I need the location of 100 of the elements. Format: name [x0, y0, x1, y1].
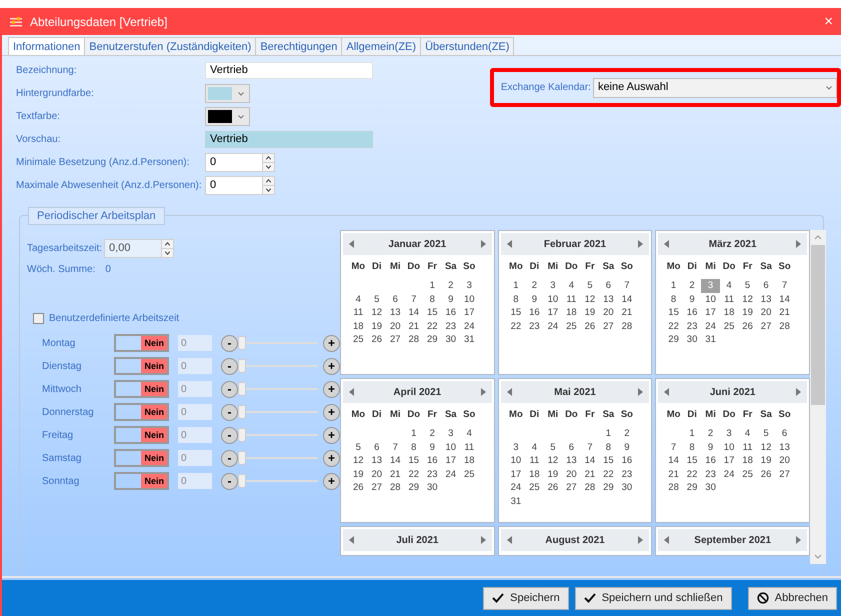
calendar-day[interactable]: 2	[701, 427, 720, 440]
calendar-day[interactable]: 24	[506, 481, 526, 494]
calendar-day[interactable]: 23	[423, 468, 442, 481]
calendar-day[interactable]: 1	[404, 427, 423, 440]
calendar-day[interactable]: 10	[701, 292, 720, 306]
calendar-day[interactable]: 18	[738, 454, 757, 468]
calendar-day[interactable]: 19	[544, 468, 562, 481]
calendar-day[interactable]: 17	[720, 454, 738, 468]
calendar-day[interactable]: 18	[562, 306, 581, 320]
plus-button[interactable]: +	[323, 380, 340, 398]
calendar-day[interactable]: 21	[386, 468, 404, 481]
tab[interactable]: Berechtigungen	[256, 37, 342, 55]
next-icon[interactable]	[480, 240, 486, 248]
calendar-day[interactable]: 16	[423, 454, 442, 468]
calendar-day[interactable]: 13	[386, 306, 404, 320]
calendar-day[interactable]: 7	[618, 279, 636, 292]
calendar-day[interactable]: 10	[506, 454, 526, 468]
calendar-day[interactable]: 11	[562, 292, 581, 306]
calendar-day[interactable]: 27	[599, 320, 618, 333]
calendar-day[interactable]: 15	[506, 306, 526, 320]
toggle-switch[interactable]: Nein	[114, 380, 169, 398]
calendar-day[interactable]: 4	[562, 279, 581, 292]
calendar-day[interactable]: 22	[682, 468, 702, 481]
calendar-day[interactable]: 27	[756, 320, 776, 333]
calendar-day[interactable]: 12	[738, 292, 757, 306]
calendar-day[interactable]: 23	[525, 320, 544, 333]
calendar-day[interactable]: 1	[506, 279, 526, 292]
minus-button[interactable]: -	[221, 450, 238, 466]
calendar-day[interactable]: 14	[404, 306, 423, 320]
calendar-day[interactable]: 21	[580, 468, 600, 481]
scrollbar[interactable]	[810, 230, 826, 564]
minus-button[interactable]: -	[221, 380, 238, 398]
calendar-day[interactable]: 6	[756, 279, 776, 292]
calendar-day[interactable]: 8	[506, 292, 526, 306]
calendar-day[interactable]: 29	[423, 333, 442, 346]
calendar-day[interactable]: 17	[442, 454, 460, 468]
calendar-day[interactable]: 19	[756, 454, 776, 468]
calendar-day[interactable]: 10	[544, 292, 562, 306]
calendar-day[interactable]: 21	[664, 468, 683, 481]
calendar-day[interactable]: 4	[720, 279, 738, 292]
number-spinner[interactable]: 0	[205, 153, 275, 172]
previous-icon[interactable]	[664, 536, 670, 544]
calendar-day[interactable]: 26	[738, 320, 757, 333]
calendar-day[interactable]: 7	[386, 440, 404, 454]
calendar-day[interactable]: 26	[349, 481, 368, 494]
calendar-day[interactable]: 22	[404, 468, 423, 481]
calendar-day[interactable]: 18	[525, 468, 544, 481]
calendar-day[interactable]: 7	[664, 440, 683, 454]
calendar-day[interactable]: 11	[525, 454, 544, 468]
calendar-day[interactable]: 20	[775, 454, 794, 468]
calendar-day[interactable]: 27	[386, 333, 404, 346]
number-spinner[interactable]: 0,00	[104, 238, 174, 258]
calendar-day[interactable]: 16	[525, 306, 544, 320]
calendar-dropdown[interactable]: keine Auswahl	[592, 78, 837, 98]
calendar-day[interactable]: 10	[460, 292, 478, 306]
calendar-day[interactable]: 9	[525, 292, 544, 306]
calendar-day[interactable]: 8	[423, 292, 442, 306]
checkbox[interactable]	[33, 313, 44, 324]
calendar-day[interactable]: 20	[386, 320, 404, 333]
scroll-thumb[interactable]	[811, 245, 825, 405]
calendar-day[interactable]: 5	[580, 279, 600, 292]
calendar-day[interactable]: 24	[701, 320, 720, 333]
calendar-day[interactable]: 28	[386, 481, 404, 494]
calendar-day[interactable]: 13	[368, 454, 386, 468]
calendar-day[interactable]: 22	[506, 320, 526, 333]
previous-icon[interactable]	[349, 240, 354, 248]
calendar-day[interactable]: 24	[544, 320, 562, 333]
calendar-day[interactable]: 21	[618, 306, 636, 320]
calendar-day[interactable]: 2	[442, 279, 460, 292]
spin-down-icon[interactable]	[263, 185, 274, 194]
calendar-day[interactable]: 6	[368, 440, 386, 454]
value-field[interactable]: 0	[178, 427, 212, 443]
tab[interactable]: Informationen	[8, 37, 86, 55]
previous-icon[interactable]	[506, 536, 512, 544]
spin-down-icon[interactable]	[162, 248, 174, 256]
calendar-day[interactable]: 23	[442, 320, 460, 333]
calendar-day[interactable]: 3	[506, 440, 526, 454]
calendar-day[interactable]: 20	[562, 468, 581, 481]
next-icon[interactable]	[480, 388, 486, 396]
calendar-day[interactable]: 20	[368, 468, 386, 481]
calendar-day[interactable]: 23	[701, 468, 720, 481]
value-field[interactable]: 0	[178, 381, 212, 397]
slider-thumb[interactable]	[238, 405, 246, 419]
calendar-day[interactable]: 4	[738, 427, 757, 440]
footer-button[interactable]: Abbrechen	[748, 586, 837, 610]
calendar-day[interactable]: 14	[618, 292, 636, 306]
next-icon[interactable]	[638, 536, 644, 544]
plus-button[interactable]: +	[323, 334, 340, 352]
calendar-day[interactable]: 13	[562, 454, 581, 468]
calendar-day[interactable]: 1	[682, 427, 702, 440]
calendar-day[interactable]: 23	[618, 468, 636, 481]
calendar-day[interactable]: 12	[349, 454, 368, 468]
plus-button[interactable]: +	[323, 404, 340, 420]
next-icon[interactable]	[638, 240, 644, 248]
minus-button[interactable]: -	[221, 472, 238, 490]
footer-button[interactable]: Speichern und schließen	[574, 586, 732, 610]
previous-icon[interactable]	[664, 388, 670, 396]
calendar-day[interactable]: 13	[775, 440, 794, 454]
calendar-day[interactable]: 20	[756, 306, 776, 320]
number-spinner[interactable]: 0	[205, 176, 275, 195]
